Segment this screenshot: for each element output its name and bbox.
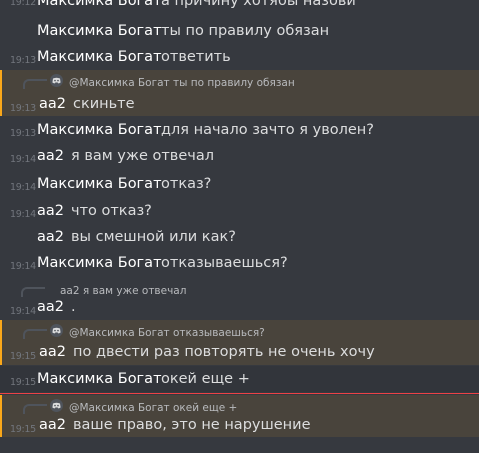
message-row-mention[interactable]: @Максимка Богат окей еще + 19:15 аа2 ваш… xyxy=(0,395,479,437)
discord-logo-icon xyxy=(50,399,63,412)
username[interactable]: Максимка Богат xyxy=(37,49,162,65)
reply-spine xyxy=(23,329,47,339)
message-text: для начало зачто я уволен? xyxy=(161,122,374,138)
username[interactable]: аа2 xyxy=(39,96,66,112)
message-row[interactable]: аа2 я вам уже отвечал 19:14 аа2 . xyxy=(0,278,479,320)
username[interactable]: Максимка Богат xyxy=(37,371,162,387)
message-text: окей еще + xyxy=(161,371,250,387)
message-row[interactable]: 19:13 Максимка Богат ответить xyxy=(0,44,479,70)
username[interactable]: аа2 xyxy=(37,299,64,315)
reply-spine xyxy=(21,287,45,297)
timestamp: 19:15 xyxy=(10,377,36,388)
message-text: . xyxy=(71,299,76,315)
reply-preview[interactable]: @Максимка Богат ты по правилу обязан xyxy=(2,70,479,90)
message-row-mention[interactable]: @Максимка Богат отказываешься? 19:15 аа2… xyxy=(0,320,479,365)
reply-preview-text: @Максимка Богат окей еще + xyxy=(69,402,238,414)
message-row[interactable]: аа2 вы смешной или как? xyxy=(0,224,479,250)
new-messages-divider xyxy=(0,393,479,394)
message-text: ваше право, это не нарушение xyxy=(73,417,311,433)
username[interactable]: аа2 xyxy=(37,203,64,219)
reply-spine xyxy=(23,404,47,414)
message-row-hovered[interactable]: 19:15 Максимка Богат окей еще + xyxy=(0,366,479,392)
message-row[interactable]: 19:13 Максимка Богат для начало зачто я … xyxy=(0,117,479,143)
reply-preview-text: @Максимка Богат отказываешься? xyxy=(69,327,265,339)
discord-logo-icon xyxy=(50,74,63,87)
message-text: что отказ? xyxy=(71,203,152,219)
message-text: а причину хотябы назови xyxy=(161,0,356,9)
discord-logo-icon xyxy=(50,324,63,337)
username[interactable]: аа2 xyxy=(37,229,64,245)
reply-preview-text: аа2 я вам уже отвечал xyxy=(60,285,187,297)
username[interactable]: аа2 xyxy=(39,344,66,360)
timestamp: 19:14 xyxy=(10,261,36,272)
timestamp: 19:14 xyxy=(10,182,36,193)
message-text: по двести раз повторять не очень хочу xyxy=(73,344,375,360)
message-row[interactable]: 19:12 Максимка Богат а причину хотябы на… xyxy=(0,0,479,13)
message-text: ты по правилу обязан xyxy=(161,23,330,39)
message-text: скиньте xyxy=(73,96,135,112)
chat-message-list[interactable]: 19:12 Максимка Богат а причину хотябы на… xyxy=(0,0,479,453)
timestamp: 19:12 xyxy=(10,0,36,8)
message-row[interactable]: Максимка Богат ты по правилу обязан xyxy=(0,18,479,44)
username[interactable]: аа2 xyxy=(39,417,66,433)
message-text: отказываешься? xyxy=(161,255,288,271)
username[interactable]: аа2 xyxy=(37,148,64,164)
username[interactable]: Максимка Богат xyxy=(37,176,162,192)
timestamp: 19:13 xyxy=(10,55,36,66)
timestamp: 19:15 xyxy=(10,424,36,435)
timestamp: 19:14 xyxy=(10,306,36,317)
username[interactable]: Максимка Богат xyxy=(37,122,162,138)
username[interactable]: Максимка Богат xyxy=(37,0,162,9)
message-text: отказ? xyxy=(161,176,212,192)
timestamp: 19:13 xyxy=(10,103,36,114)
timestamp: 19:14 xyxy=(10,154,36,165)
reply-preview[interactable]: @Максимка Богат отказываешься? xyxy=(2,320,479,340)
message-row-mention[interactable]: @Максимка Богат ты по правилу обязан 19:… xyxy=(0,70,479,116)
message-row[interactable]: 19:14 аа2 что отказ? xyxy=(0,198,479,224)
message-row[interactable]: 19:14 Максимка Богат отказ? xyxy=(0,171,479,197)
message-row[interactable]: 19:14 Максимка Богат отказываешься? xyxy=(0,250,479,276)
timestamp: 19:14 xyxy=(10,209,36,220)
message-row[interactable]: 19:14 аа2 я вам уже отвечал xyxy=(0,143,479,169)
message-text: вы смешной или как? xyxy=(71,229,236,245)
username[interactable]: Максимка Богат xyxy=(37,23,162,39)
reply-spine xyxy=(23,79,47,89)
username[interactable]: Максимка Богат xyxy=(37,255,162,271)
reply-preview-text: @Максимка Богат ты по правилу обязан xyxy=(69,77,295,89)
reply-preview[interactable]: аа2 я вам уже отвечал xyxy=(0,278,479,298)
message-text: я вам уже отвечал xyxy=(71,148,214,164)
timestamp: 19:13 xyxy=(10,128,36,139)
timestamp: 19:15 xyxy=(10,351,36,362)
message-text: ответить xyxy=(161,49,231,65)
reply-preview[interactable]: @Максимка Богат окей еще + xyxy=(2,395,479,415)
